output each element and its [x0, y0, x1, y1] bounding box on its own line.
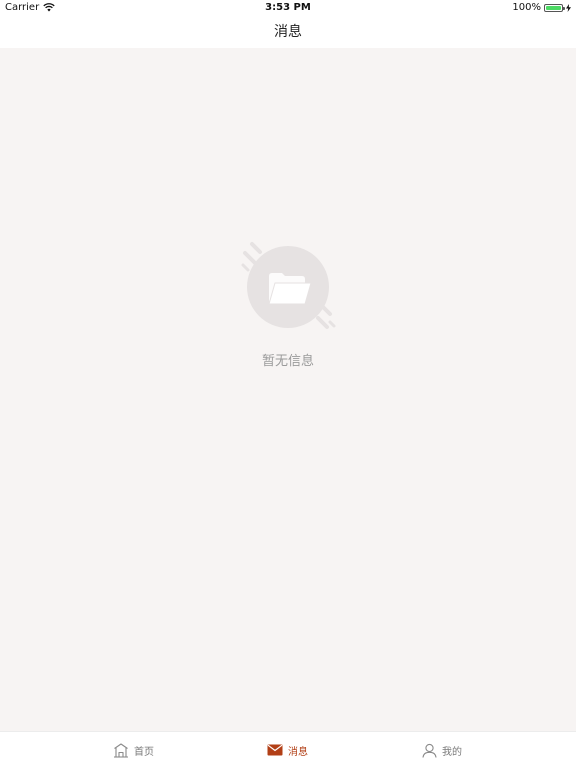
battery-tip [563, 6, 565, 10]
empty-state-message: 暂无信息 [261, 354, 314, 369]
tab-home[interactable]: 首页 [113, 738, 154, 762]
nav-bar: 消息 [0, 16, 576, 48]
tab-messages[interactable]: 消息 [267, 738, 308, 762]
status-time: 3:53 PM [265, 2, 311, 13]
tab-home-label: 首页 [134, 746, 154, 758]
battery-icon [544, 3, 565, 12]
battery-fill [546, 5, 561, 10]
status-right: 100% [512, 2, 571, 13]
app-screen: Carrier 3:53 PM 100% 消息 暂无信息 首页 消息 我的 [0, 0, 576, 768]
tab-mine[interactable]: 我的 [422, 738, 462, 762]
mail-icon [267, 744, 283, 756]
page-title: 消息 [274, 24, 302, 40]
home-icon [114, 742, 128, 758]
tab-mine-label: 我的 [442, 746, 462, 758]
content-area: 暂无信息 [0, 48, 576, 731]
empty-folder-icon [241, 242, 336, 329]
person-icon [422, 743, 437, 758]
tab-messages-label: 消息 [288, 746, 308, 758]
charging-bolt-icon [566, 3, 571, 12]
tab-bar: 首页 消息 我的 [0, 731, 576, 768]
status-bar: Carrier 3:53 PM 100% [0, 0, 576, 16]
battery-percentage: 100% [512, 2, 541, 13]
